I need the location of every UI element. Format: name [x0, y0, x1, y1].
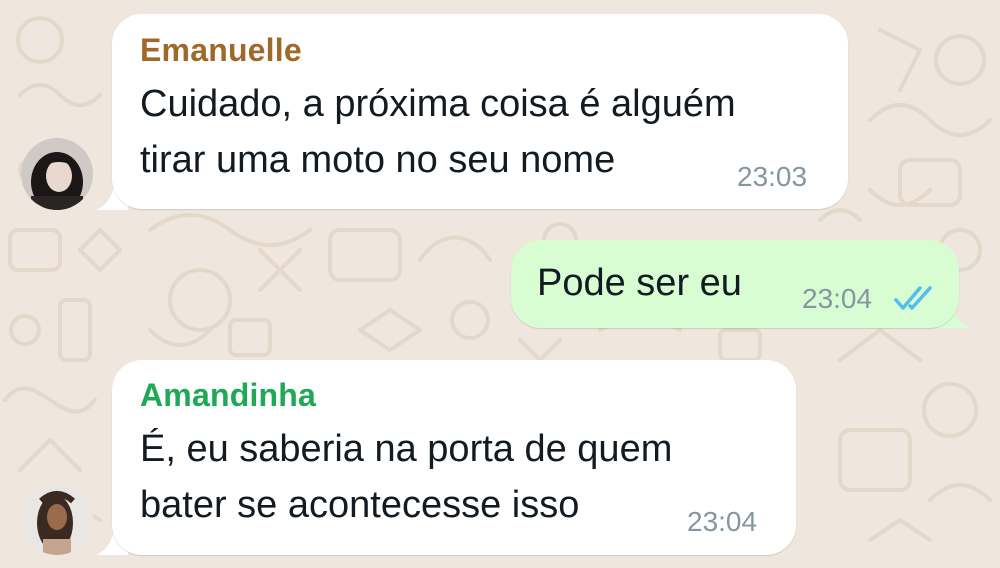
- message-bubble[interactable]: Pode ser eu 23:04: [511, 240, 959, 328]
- message-row-incoming: Amandinha É, eu saberia na porta de quem…: [0, 350, 1000, 568]
- message-text-line: tirar uma moto no seu nome: [140, 139, 616, 181]
- sender-name: Emanuelle: [140, 32, 302, 68]
- contact-avatar[interactable]: [21, 138, 93, 210]
- message-text-line: Pode ser eu: [537, 262, 742, 304]
- message-row-incoming: Emanuelle Cuidado, a próxima coisa é alg…: [0, 0, 1000, 215]
- message-timestamp: 23:04: [802, 283, 873, 314]
- sender-name: Amandinha: [140, 377, 317, 413]
- message-timestamp: 23:03: [737, 161, 808, 192]
- contact-photo-amandinha-icon: [21, 483, 93, 555]
- message-timestamp: 23:04: [687, 506, 758, 537]
- message-bubble[interactable]: Emanuelle Cuidado, a próxima coisa é alg…: [112, 14, 848, 209]
- message-row-outgoing: Pode ser eu 23:04: [0, 230, 1000, 340]
- double-check-read-icon: [894, 286, 932, 310]
- message-text-line: É, eu saberia na porta de quem: [140, 428, 673, 470]
- contact-avatar[interactable]: [21, 483, 93, 555]
- message-text-line: Cuidado, a próxima coisa é alguém: [140, 83, 736, 125]
- contact-photo-emanuelle-icon: [21, 138, 93, 210]
- message-bubble[interactable]: Amandinha É, eu saberia na porta de quem…: [112, 360, 796, 555]
- message-text-line: bater se acontecesse isso: [140, 484, 580, 526]
